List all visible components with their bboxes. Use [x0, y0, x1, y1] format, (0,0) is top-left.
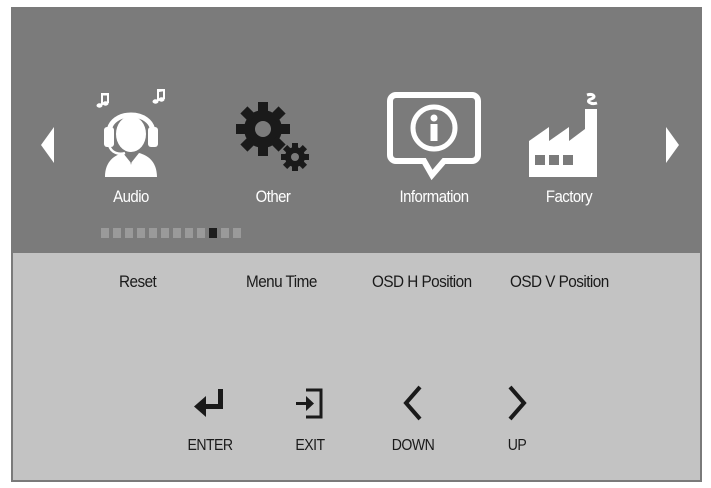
exit-key[interactable]: EXIT — [275, 383, 345, 454]
page-dot — [161, 228, 169, 238]
submenu-reset[interactable]: Reset — [119, 272, 157, 292]
page-dot — [137, 228, 145, 238]
up-key-label: UP — [507, 437, 527, 454]
up-key[interactable]: UP — [482, 383, 552, 454]
page-dot — [197, 228, 205, 238]
chevron-left-icon — [403, 385, 422, 421]
submenu-osd-h-position[interactable]: OSD H Position — [372, 272, 472, 292]
page-indicator — [101, 228, 241, 238]
info-bubble-icon — [387, 92, 481, 181]
submenu-osd-v-position[interactable]: OSD V Position — [510, 272, 609, 292]
menu-item-factory[interactable]: Factory — [509, 89, 629, 219]
exit-icon — [296, 388, 323, 419]
osd-menu-frame: Audio Other Information Factory Reset Me… — [11, 7, 702, 482]
gears-icon — [236, 102, 309, 171]
page-dot — [185, 228, 193, 238]
factory-icon — [529, 93, 598, 177]
menu-label-factory: Factory — [545, 187, 593, 206]
enter-key[interactable]: ENTER — [175, 383, 245, 454]
menu-label-information: Information — [399, 187, 469, 206]
scroll-left-arrow-icon[interactable] — [41, 127, 54, 163]
scroll-right-arrow-icon[interactable] — [666, 127, 679, 163]
chevron-right-icon — [508, 385, 527, 421]
page-dot — [173, 228, 181, 238]
down-key[interactable]: DOWN — [378, 383, 448, 454]
menu-item-audio[interactable]: Audio — [71, 89, 191, 219]
page-dot — [113, 228, 121, 238]
page-dot — [125, 228, 133, 238]
submenu-menu-time[interactable]: Menu Time — [246, 272, 317, 292]
page-dot — [149, 228, 157, 238]
enter-key-label: ENTER — [187, 437, 233, 454]
page-dot — [233, 228, 241, 238]
down-key-label: DOWN — [391, 437, 435, 454]
headphones-person-icon — [96, 89, 165, 177]
menu-item-information[interactable]: Information — [374, 89, 494, 219]
menu-label-audio: Audio — [113, 187, 149, 206]
menu-label-other: Other — [255, 187, 291, 206]
page-dot — [221, 228, 229, 238]
page-dot — [101, 228, 109, 238]
enter-return-icon — [194, 389, 223, 417]
menu-item-other[interactable]: Other — [213, 89, 333, 219]
exit-key-label: EXIT — [295, 437, 325, 454]
page-dot — [209, 228, 217, 238]
